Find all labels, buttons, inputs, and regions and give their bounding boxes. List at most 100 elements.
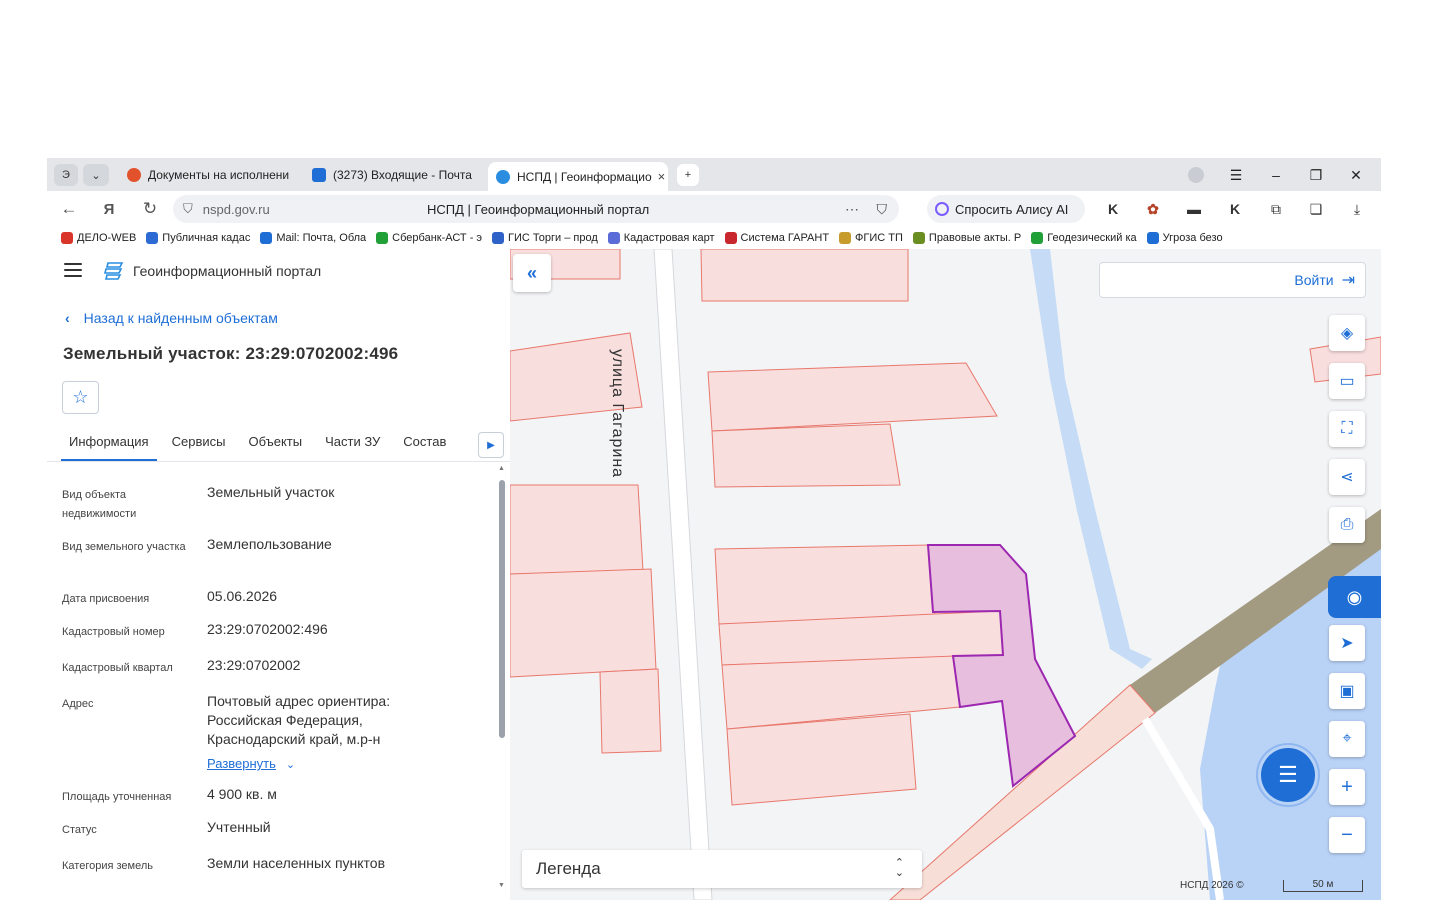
bookmark-label: ДЕЛО-WEB	[77, 232, 137, 244]
parcel-shape	[726, 713, 917, 806]
bookmark-item[interactable]: Система ГАРАНТ	[724, 232, 830, 244]
layers-icon[interactable]: ◈	[1329, 315, 1365, 351]
page-title: НСПД | Геоинформационный портал	[427, 201, 650, 217]
prop-label: Статус	[62, 824, 97, 836]
extensions-puzzle-icon[interactable]: ⧉	[1266, 200, 1286, 218]
map-copyright: НСПД 2026 ©	[1180, 880, 1244, 891]
tabs-divider	[47, 461, 510, 462]
prop-label: Дата присвоения	[62, 593, 150, 605]
street-label: улица Гагарина	[609, 349, 626, 479]
canal-shape	[1030, 249, 1152, 669]
bookmark-item[interactable]: Кадастровая карт	[607, 232, 715, 244]
bookmark-item[interactable]: Правовые акты. Р	[912, 232, 1021, 244]
tab-favicon-icon	[496, 169, 510, 184]
tab-label: (3273) Входящие - Почта	[333, 168, 472, 182]
tabs-next-icon[interactable]: ▶	[478, 432, 504, 458]
download-icon[interactable]: ⤓	[1347, 200, 1367, 218]
tab-strip: Э ⌄ Документы на исполнени (3273) Входящ…	[47, 158, 1381, 191]
shield-icon: ⛉	[183, 201, 193, 216]
portal-logo-icon	[104, 262, 124, 280]
more-icon[interactable]: ⋯	[845, 201, 859, 218]
chat-button[interactable]: ☰	[1256, 743, 1320, 807]
select-area-icon[interactable]: ⛶	[1329, 411, 1365, 447]
close-tab-icon[interactable]: ×	[658, 169, 666, 184]
extension-kaspersky-icon[interactable]: K	[1225, 200, 1245, 218]
bookmark-label: Геодезический ка	[1047, 232, 1137, 244]
zoom-out-icon[interactable]: −	[1329, 817, 1365, 853]
extension-kaspersky-icon[interactable]: K	[1103, 200, 1123, 218]
tab-parts[interactable]: Части ЗУ	[317, 429, 388, 461]
bookmark-label: Публичная кадас	[162, 232, 251, 244]
bookmark-favicon-icon	[724, 232, 737, 244]
bookmark-item[interactable]: Mail: Почта, Обла	[260, 232, 366, 244]
expand-link[interactable]: Развернуть ⌄	[207, 754, 477, 775]
scroll-down-icon[interactable]: ▼	[498, 882, 505, 889]
mail-icon	[312, 168, 326, 182]
bookmark-item[interactable]: ДЕЛО-WEB	[61, 232, 136, 244]
bookmark-favicon-icon	[376, 232, 389, 244]
favorite-star-icon[interactable]: ☆	[62, 381, 99, 414]
profile-icon[interactable]	[1181, 164, 1211, 186]
tab-counter[interactable]: Э	[54, 164, 78, 186]
new-tab-button[interactable]: +	[677, 164, 699, 186]
bookmark-favicon-icon	[607, 232, 620, 244]
bookmark-item[interactable]: ФГИС ТП	[839, 232, 903, 244]
collapse-panel-icon[interactable]: «	[513, 254, 551, 292]
tab-composition[interactable]: Состав	[395, 429, 454, 461]
assistant-icon[interactable]: ◉	[1328, 576, 1381, 618]
ruler-icon[interactable]: ▭	[1329, 363, 1365, 399]
tab-mail[interactable]: (3273) Входящие - Почта	[304, 163, 482, 187]
legend-label: Легенда	[536, 859, 601, 878]
locate-icon[interactable]: ➤	[1329, 625, 1365, 661]
parcel-shape	[510, 484, 644, 575]
share-icon[interactable]: ⋖	[1329, 459, 1365, 495]
minimap-icon[interactable]: ▣	[1329, 673, 1365, 709]
tab-services[interactable]: Сервисы	[164, 429, 234, 461]
bookmark-label: ФГИС ТП	[855, 232, 903, 244]
restore-icon[interactable]: ❐	[1301, 164, 1331, 186]
parcel-shape	[711, 423, 901, 488]
hamburger-menu-icon[interactable]	[64, 263, 82, 277]
menu-icon[interactable]: ☰	[1221, 164, 1251, 186]
url-field[interactable]: ⛉ nspd.gov.ru НСПД | Геоинформационный п…	[173, 195, 899, 223]
map-canvas	[510, 249, 1381, 900]
back-to-results-link[interactable]: ‹ Назад к найденным объектам	[65, 310, 278, 326]
map-view[interactable]: улица Гагарина « Войти ⇥ ◈ ▭ ⛶ ⋖ ⎙ ◉ ➤ ▣…	[510, 249, 1381, 900]
print-icon[interactable]: ⎙	[1329, 507, 1365, 543]
tab-objects[interactable]: Объекты	[240, 429, 310, 461]
extension-hat-icon[interactable]: ▬	[1184, 200, 1204, 218]
yandex-icon[interactable]: Я	[96, 198, 122, 220]
bookmark-item[interactable]: Угроза безо	[1146, 232, 1223, 244]
zoom-in-icon[interactable]: +	[1329, 769, 1365, 805]
bookmark-favicon-icon	[260, 232, 273, 244]
reload-icon[interactable]: ↻	[137, 198, 163, 220]
bookmark-label: Система ГАРАНТ	[740, 232, 830, 244]
parcel-shape	[510, 568, 657, 678]
prop-label: Вид земельного участка	[62, 541, 186, 553]
back-arrow-icon[interactable]: ←	[56, 198, 82, 220]
scroll-up-icon[interactable]: ▲	[498, 465, 505, 472]
scrollbar-thumb[interactable]	[499, 480, 505, 738]
ask-alice-button[interactable]: Спросить Алису AI	[927, 195, 1085, 223]
bookmark-favicon-icon	[1146, 232, 1159, 244]
bookmark-icon[interactable]: ⛉	[877, 201, 888, 218]
legend-panel[interactable]: Легенда ⌃ ⌄	[522, 850, 922, 888]
tab-documents[interactable]: Документы на исполнени	[119, 163, 299, 187]
tab-nspd[interactable]: НСПД | Геоинформацио ×	[488, 162, 668, 191]
prop-value: Учтенный	[207, 819, 271, 835]
bookmark-item[interactable]: Публичная кадас	[146, 232, 250, 244]
close-window-icon[interactable]: ✕	[1341, 164, 1371, 186]
login-button[interactable]: Войти ⇥	[1099, 262, 1366, 298]
search-location-icon[interactable]: ⌖	[1329, 721, 1365, 757]
tab-info[interactable]: Информация	[61, 429, 157, 461]
bookmark-item[interactable]: ГИС Торги – прод	[492, 232, 598, 244]
minimize-icon[interactable]: –	[1261, 164, 1291, 186]
tabs-dropdown-icon[interactable]: ⌄	[83, 164, 109, 186]
bookmark-item[interactable]: Геодезический ка	[1031, 232, 1137, 244]
bookmark-favicon-icon	[146, 232, 159, 244]
extension-flower-icon[interactable]: ✿	[1143, 200, 1163, 218]
collections-icon[interactable]: ❏	[1306, 200, 1326, 218]
bookmark-favicon-icon	[61, 232, 73, 244]
bookmark-item[interactable]: Сбербанк-АСТ - э	[376, 232, 482, 244]
prop-value: 23:29:0702002	[207, 657, 301, 673]
